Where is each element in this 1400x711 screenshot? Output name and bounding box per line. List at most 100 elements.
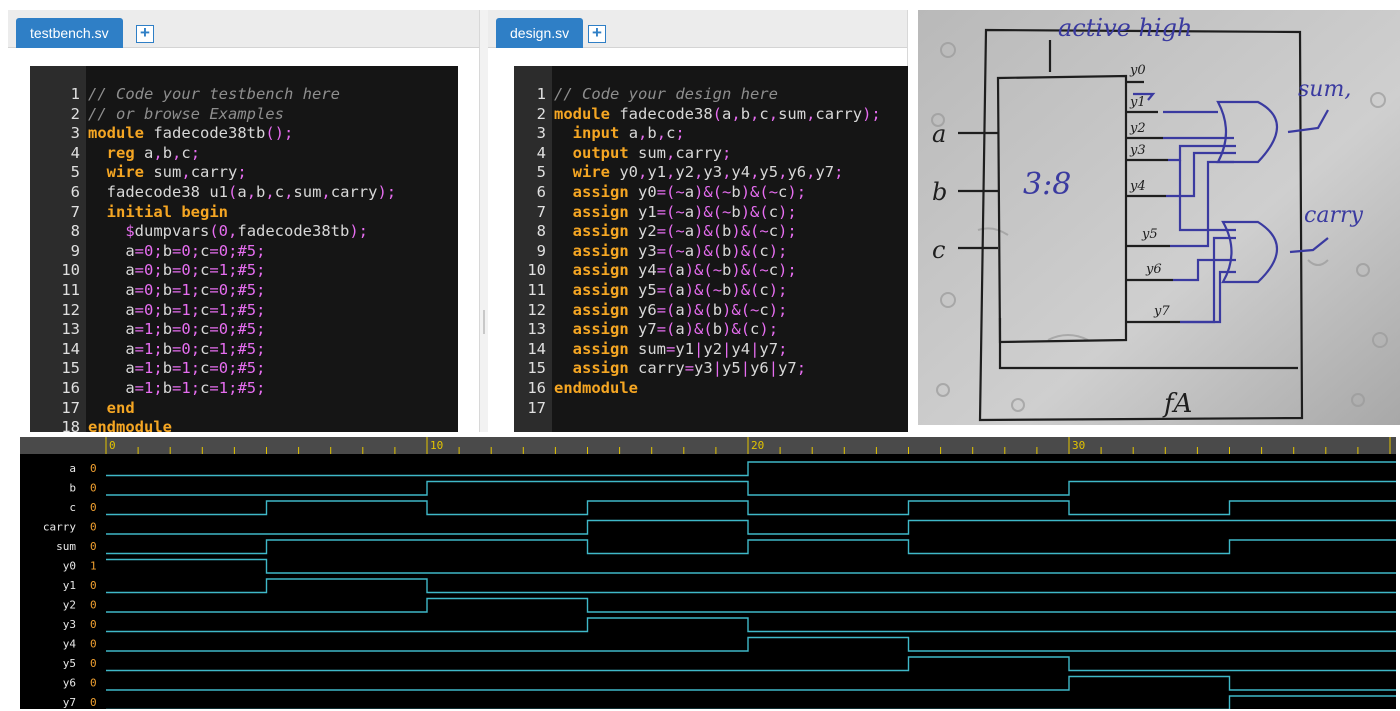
time-tick-label: 0 bbox=[109, 439, 116, 452]
line-number: 5 bbox=[70, 163, 80, 182]
code-line[interactable]: 17 end bbox=[30, 399, 458, 417]
waveform-trace-y0[interactable] bbox=[106, 558, 1396, 574]
waveform-trace-c[interactable] bbox=[106, 500, 1396, 516]
code-line[interactable]: 9 a=0;b=0;c=0;#5; bbox=[30, 242, 458, 260]
code-text: module fadecode38(a,b,c,sum,carry); bbox=[554, 104, 881, 123]
line-number: 17 bbox=[527, 398, 546, 417]
design-code-editor[interactable]: 1 // Code your design here 2 module fadecod… bbox=[514, 66, 908, 432]
code-line[interactable]: 3 module fadecode38tb(); bbox=[30, 124, 458, 142]
code-line[interactable]: 10 a=0;b=0;c=1;#5; bbox=[30, 261, 458, 279]
signal-name[interactable]: c bbox=[69, 501, 76, 514]
input-label-c: c bbox=[932, 236, 945, 264]
signal-name[interactable]: y0 bbox=[63, 560, 76, 573]
code-line[interactable]: 17 bbox=[514, 399, 908, 417]
waveform-trace-carry[interactable] bbox=[106, 519, 1396, 535]
signal-value: 0 bbox=[90, 618, 97, 631]
code-line[interactable]: 5 wire y0,y1,y2,y3,y4,y5,y6,y7; bbox=[514, 163, 908, 181]
waveform-trace-y7[interactable] bbox=[106, 695, 1396, 709]
code-line[interactable]: 18 endmodule bbox=[30, 418, 458, 432]
code-line[interactable]: 8 assign y2=(~a)&(b)&(~c); bbox=[514, 222, 908, 240]
add-file-icon[interactable]: + bbox=[588, 24, 606, 43]
code-line[interactable]: 13 assign y7=(a)&(b)&(c); bbox=[514, 320, 908, 338]
code-line[interactable]: 3 input a,b,c; bbox=[514, 124, 908, 142]
signal-value: 0 bbox=[90, 638, 97, 651]
code-text: assign y4=(a)&(~b)&(~c); bbox=[572, 261, 797, 280]
code-line[interactable]: 12 assign y6=(a)&(b)&(~c); bbox=[514, 301, 908, 319]
signal-value: 0 bbox=[90, 462, 97, 475]
waveform-viewer[interactable]: 0 10 20 30 a 0 b 0 c 0 carry 0 sum 0 y0 1 y1 0 y2 0 y3 0 y4 0 y5… bbox=[20, 437, 1396, 709]
output-label-y5: y5 bbox=[1141, 227, 1158, 242]
code-line[interactable]: 14 assign sum=y1|y2|y4|y7; bbox=[514, 340, 908, 358]
code-line[interactable]: 1 // Code your design here bbox=[514, 85, 908, 103]
code-text: input a,b,c; bbox=[572, 124, 685, 143]
code-text: assign y7=(a)&(b)&(c); bbox=[572, 320, 779, 339]
line-number: 11 bbox=[61, 281, 80, 299]
code-line[interactable]: 11 a=0;b=1;c=0;#5; bbox=[30, 281, 458, 299]
signal-name[interactable]: y7 bbox=[63, 696, 76, 709]
code-text: assign y5=(a)&(~b)&(c); bbox=[572, 281, 788, 299]
code-line[interactable]: 2 module fadecode38(a,b,c,sum,carry); bbox=[514, 105, 908, 123]
code-line[interactable]: 5 wire sum,carry; bbox=[30, 163, 458, 181]
code-line[interactable]: 6 fadecode38 u1(a,b,c,sum,carry); bbox=[30, 183, 458, 201]
code-line[interactable]: 15 a=1;b=1;c=0;#5; bbox=[30, 359, 458, 377]
signal-name[interactable]: y2 bbox=[63, 599, 76, 612]
add-file-icon[interactable]: + bbox=[136, 24, 154, 43]
waveform-trace-y5[interactable] bbox=[106, 656, 1396, 672]
signal-name[interactable]: y4 bbox=[63, 638, 77, 651]
line-number: 10 bbox=[61, 261, 80, 280]
testbench-code-editor[interactable]: 1 // Code your testbench here 2 // or brows… bbox=[30, 66, 458, 432]
time-ruler[interactable] bbox=[20, 437, 1396, 454]
code-line[interactable]: 6 assign y0=(~a)&(~b)&(~c); bbox=[514, 183, 908, 201]
line-number: 4 bbox=[536, 143, 546, 162]
design-tabbar: design.sv + bbox=[488, 10, 907, 48]
line-number: 1 bbox=[536, 85, 546, 103]
code-line[interactable]: 10 assign y4=(a)&(~b)&(~c); bbox=[514, 261, 908, 279]
sum-output-label: sum, bbox=[1298, 77, 1351, 102]
code-line[interactable]: 12 a=0;b=1;c=1;#5; bbox=[30, 301, 458, 319]
line-number: 16 bbox=[61, 379, 80, 397]
waveform-trace-y3[interactable] bbox=[106, 617, 1396, 633]
signal-name[interactable]: y5 bbox=[63, 657, 76, 670]
line-number: 6 bbox=[536, 183, 546, 201]
code-line[interactable]: 8 $dumpvars(0,fadecode38tb); bbox=[30, 222, 458, 240]
waveform-trace-y1[interactable] bbox=[106, 578, 1396, 594]
code-line[interactable]: 13 a=1;b=0;c=0;#5; bbox=[30, 320, 458, 338]
waveform-trace-y2[interactable] bbox=[106, 597, 1396, 613]
output-label-y1: y1 bbox=[1129, 95, 1146, 110]
code-line[interactable]: 4 output sum,carry; bbox=[514, 144, 908, 162]
signal-name[interactable]: a bbox=[69, 462, 76, 475]
code-line[interactable]: 7 initial begin bbox=[30, 203, 458, 221]
code-line[interactable]: 11 assign y5=(a)&(~b)&(c); bbox=[514, 281, 908, 299]
line-number: 7 bbox=[536, 202, 546, 221]
waveform-trace-y6[interactable] bbox=[106, 675, 1396, 691]
code-line[interactable]: 14 a=1;b=0;c=1;#5; bbox=[30, 340, 458, 358]
code-line[interactable]: 2 // or browse Examples bbox=[30, 105, 458, 123]
code-line[interactable]: 16 a=1;b=1;c=1;#5; bbox=[30, 379, 458, 397]
signal-name[interactable]: y1 bbox=[63, 579, 76, 592]
line-number: 17 bbox=[61, 398, 80, 417]
signal-name[interactable]: y3 bbox=[63, 618, 76, 631]
signal-name[interactable]: y6 bbox=[63, 677, 76, 690]
code-line[interactable]: 16 endmodule bbox=[514, 379, 908, 397]
line-number: 2 bbox=[536, 104, 546, 123]
waveform-trace-b[interactable] bbox=[106, 480, 1396, 496]
signal-name[interactable]: sum bbox=[56, 540, 76, 553]
line-number: 13 bbox=[61, 320, 80, 339]
waveform-trace-y4[interactable] bbox=[106, 636, 1396, 652]
output-label-y7: y7 bbox=[1153, 304, 1170, 319]
tab-design[interactable]: design.sv bbox=[496, 18, 584, 48]
code-line[interactable]: 7 assign y1=(~a)&(~b)&(c); bbox=[514, 203, 908, 221]
pane-splitter[interactable] bbox=[480, 10, 488, 432]
code-line[interactable]: 15 assign carry=y3|y5|y6|y7; bbox=[514, 359, 908, 377]
waveform-canvas[interactable]: 0 10 20 30 a 0 b 0 c 0 carry 0 sum 0 y0 1 y1 0 y2 0 y3 0 y4 0 y5… bbox=[20, 437, 1396, 709]
tab-testbench[interactable]: testbench.sv bbox=[16, 18, 123, 48]
signal-name[interactable]: carry bbox=[43, 521, 76, 534]
code-line[interactable]: 1 // Code your testbench here bbox=[30, 85, 458, 103]
signal-name[interactable]: b bbox=[69, 482, 76, 495]
waveform-trace-a[interactable] bbox=[106, 461, 1396, 477]
waveform-trace-sum[interactable] bbox=[106, 539, 1396, 555]
code-line[interactable]: 9 assign y3=(~a)&(b)&(c); bbox=[514, 242, 908, 260]
code-line[interactable]: 4 reg a,b,c; bbox=[30, 144, 458, 162]
line-number: 4 bbox=[70, 143, 80, 162]
code-text: assign y2=(~a)&(b)&(~c); bbox=[572, 222, 797, 241]
